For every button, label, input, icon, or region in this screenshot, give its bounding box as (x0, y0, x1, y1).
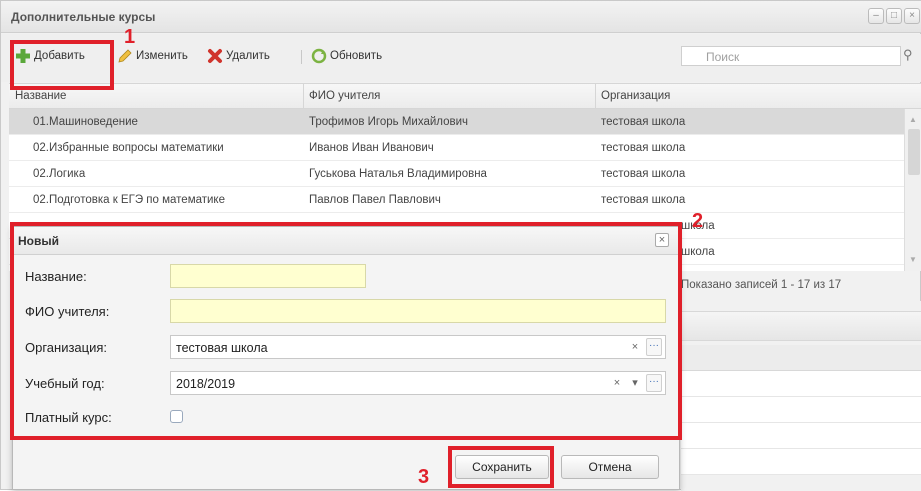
cell-org: тестовая школа (601, 116, 686, 128)
cell-teacher: Иванов Иван Иванович (309, 142, 434, 154)
red-x-icon (208, 49, 222, 63)
search-placeholder: Поиск (706, 50, 740, 64)
window-header: Дополнительные курсы – □ × (1, 1, 921, 33)
annotation-box-1 (10, 40, 114, 90)
cell-org: школа (681, 246, 715, 258)
cell-teacher: Гуськова Наталья Владимировна (309, 168, 487, 180)
cell-name: 02.Подготовка к ЕГЭ по математике (33, 194, 225, 206)
cell-name: 02.Логика (33, 168, 86, 180)
window-tools: – □ × (868, 8, 920, 24)
annotation-number-1: 1 (124, 26, 136, 48)
maximize-icon[interactable]: □ (886, 8, 902, 24)
lower-panel-columns (681, 345, 921, 371)
annotation-box-2 (10, 222, 682, 440)
refresh-button-label: Обновить (330, 50, 383, 62)
grid-header: Название ФИО учителя Организация (9, 83, 921, 110)
cell-name: 02.Избранные вопросы математики (33, 142, 224, 154)
grid-scrollbar[interactable]: ▲ ▼ (904, 109, 921, 271)
refresh-button[interactable]: Обновить (311, 48, 382, 64)
edit-button[interactable]: Изменить (117, 48, 188, 64)
annotation-number-3: 3 (418, 466, 430, 488)
toolbar-separator (301, 50, 302, 64)
list-item (681, 449, 921, 475)
table-row[interactable]: 02.Подготовка к ЕГЭ по математике Павлов… (9, 187, 904, 213)
cell-name: 01.Машиноведение (33, 116, 138, 128)
cancel-button[interactable]: Отмена (561, 455, 659, 479)
toolbar: Добавить Изменить Удалить Обновить Поиск… (1, 34, 921, 82)
delete-button[interactable]: Удалить (207, 48, 270, 64)
refresh-icon (311, 48, 327, 64)
cell-org: тестовая школа (601, 168, 686, 180)
column-header-name[interactable]: Название (15, 90, 66, 102)
delete-button-label: Удалить (226, 50, 270, 62)
cell-teacher: Трофимов Игорь Михайлович (309, 116, 469, 128)
search-input[interactable]: Поиск (681, 46, 901, 66)
table-row[interactable]: 01.Машиноведение Трофимов Игорь Михайлов… (9, 109, 904, 135)
scroll-up-icon[interactable]: ▲ (909, 115, 917, 124)
list-item (681, 423, 921, 449)
annotation-box-3 (448, 446, 554, 488)
scroll-down-icon[interactable]: ▼ (909, 255, 917, 264)
column-divider (595, 84, 596, 110)
list-item (681, 397, 921, 423)
column-header-teacher[interactable]: ФИО учителя (309, 90, 380, 102)
column-divider (303, 84, 304, 110)
table-row[interactable]: 02.Избранные вопросы математики Иванов И… (9, 135, 904, 161)
column-header-org[interactable]: Организация (601, 90, 670, 102)
pencil-icon (118, 49, 132, 63)
cell-org: тестовая школа (601, 142, 686, 154)
minimize-icon[interactable]: – (868, 8, 884, 24)
lower-panel (681, 301, 921, 491)
search-icon[interactable]: ⚲ (903, 47, 913, 63)
annotation-number-2: 2 (692, 210, 704, 232)
cell-org: тестовая школа (601, 194, 686, 206)
scroll-thumb[interactable] (908, 129, 920, 175)
close-icon[interactable]: × (904, 8, 920, 24)
window-title: Дополнительные курсы (11, 10, 156, 24)
list-item (681, 371, 921, 397)
paging-info: Показано записей 1 - 17 из 17 (681, 279, 842, 291)
cell-teacher: Павлов Павел Павлович (309, 194, 441, 206)
table-row[interactable]: 02.Логика Гуськова Наталья Владимировна … (9, 161, 904, 187)
edit-button-label: Изменить (136, 50, 188, 62)
lower-panel-header (681, 311, 921, 341)
